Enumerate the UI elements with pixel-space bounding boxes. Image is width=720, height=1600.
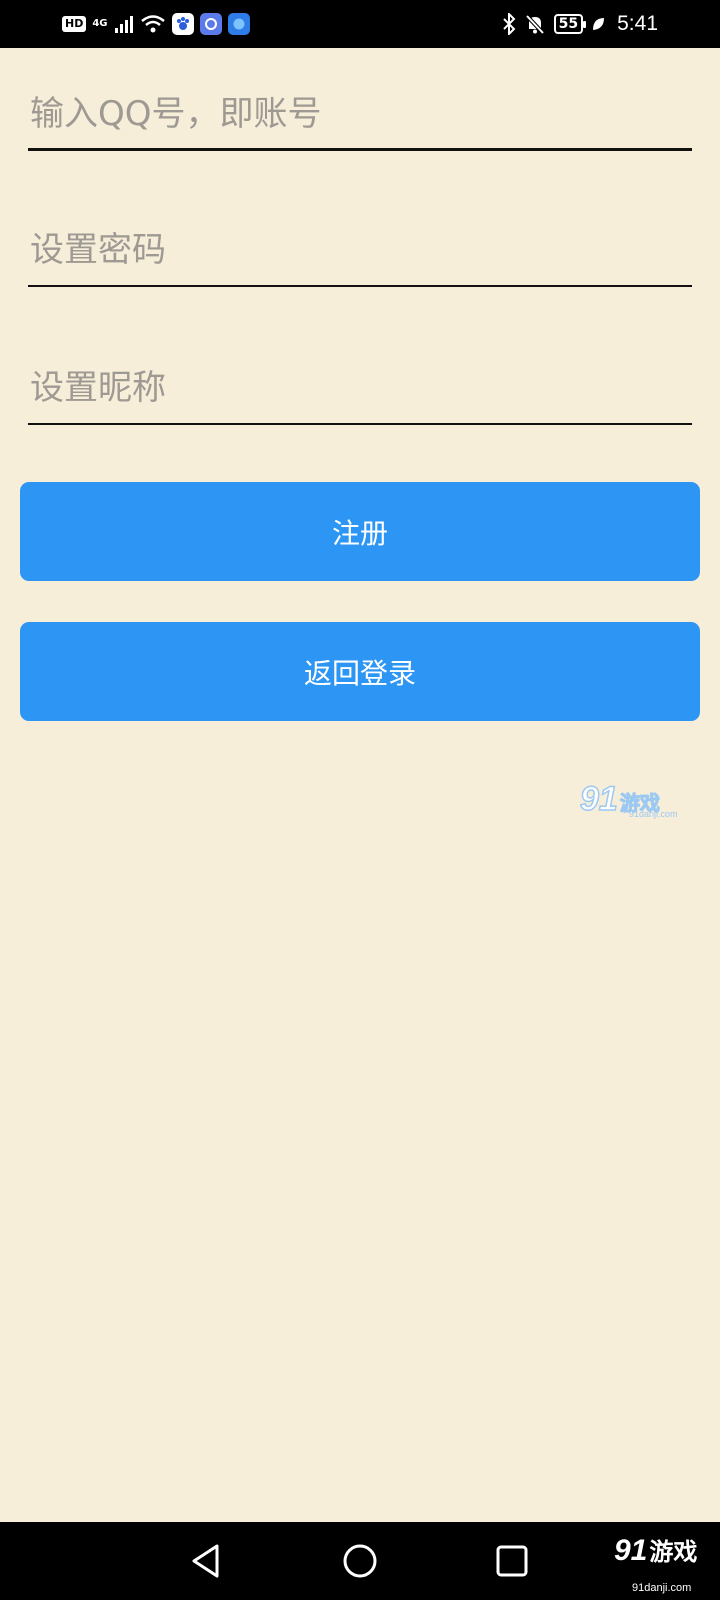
bluetooth-icon xyxy=(502,13,516,35)
nickname-input-underline xyxy=(28,423,692,425)
status-right-group: 55 5:41 xyxy=(502,10,658,38)
status-bar: HD 4G 55 5:41 xyxy=(0,0,720,48)
qq-input-underline xyxy=(28,148,692,151)
browser-app-icon xyxy=(227,13,250,35)
mute-icon xyxy=(525,14,545,35)
password-input[interactable] xyxy=(28,230,694,278)
status-left-group: HD 4G xyxy=(62,12,250,36)
baidu-app-icon xyxy=(171,13,194,35)
status-time: 5:41 xyxy=(617,12,658,35)
nav-watermark-url: 91danji.com xyxy=(632,1582,692,1594)
nickname-input[interactable] xyxy=(28,368,694,416)
navigation-bar: 91 游戏 91danji.com xyxy=(0,1522,720,1600)
hd-icon: HD xyxy=(62,16,87,32)
register-button[interactable]: 注册 xyxy=(20,482,700,581)
music-app-icon xyxy=(199,13,222,35)
qq-number-input[interactable] xyxy=(28,94,694,142)
wifi-icon xyxy=(140,15,165,33)
signal-icon xyxy=(114,16,133,33)
network-type-label: 4G xyxy=(92,18,108,29)
nav-watermark-number: 91 xyxy=(614,1534,648,1567)
home-circle-icon[interactable] xyxy=(338,1539,382,1583)
back-triangle-icon[interactable] xyxy=(184,1539,228,1583)
watermark-number: 91 xyxy=(579,779,618,819)
back-to-login-button[interactable]: 返回登录 xyxy=(20,622,700,721)
nav-watermark-text: 游戏 xyxy=(649,1538,698,1566)
leaf-icon xyxy=(593,18,605,30)
recents-square-icon[interactable] xyxy=(490,1539,534,1583)
battery-icon: 55 xyxy=(553,14,587,34)
watermark-url: 91danji.com xyxy=(629,809,678,819)
nav-brand-watermark: 91 游戏 xyxy=(614,1532,697,1568)
password-input-underline xyxy=(28,285,692,287)
network-indicator: 4G xyxy=(92,19,107,29)
